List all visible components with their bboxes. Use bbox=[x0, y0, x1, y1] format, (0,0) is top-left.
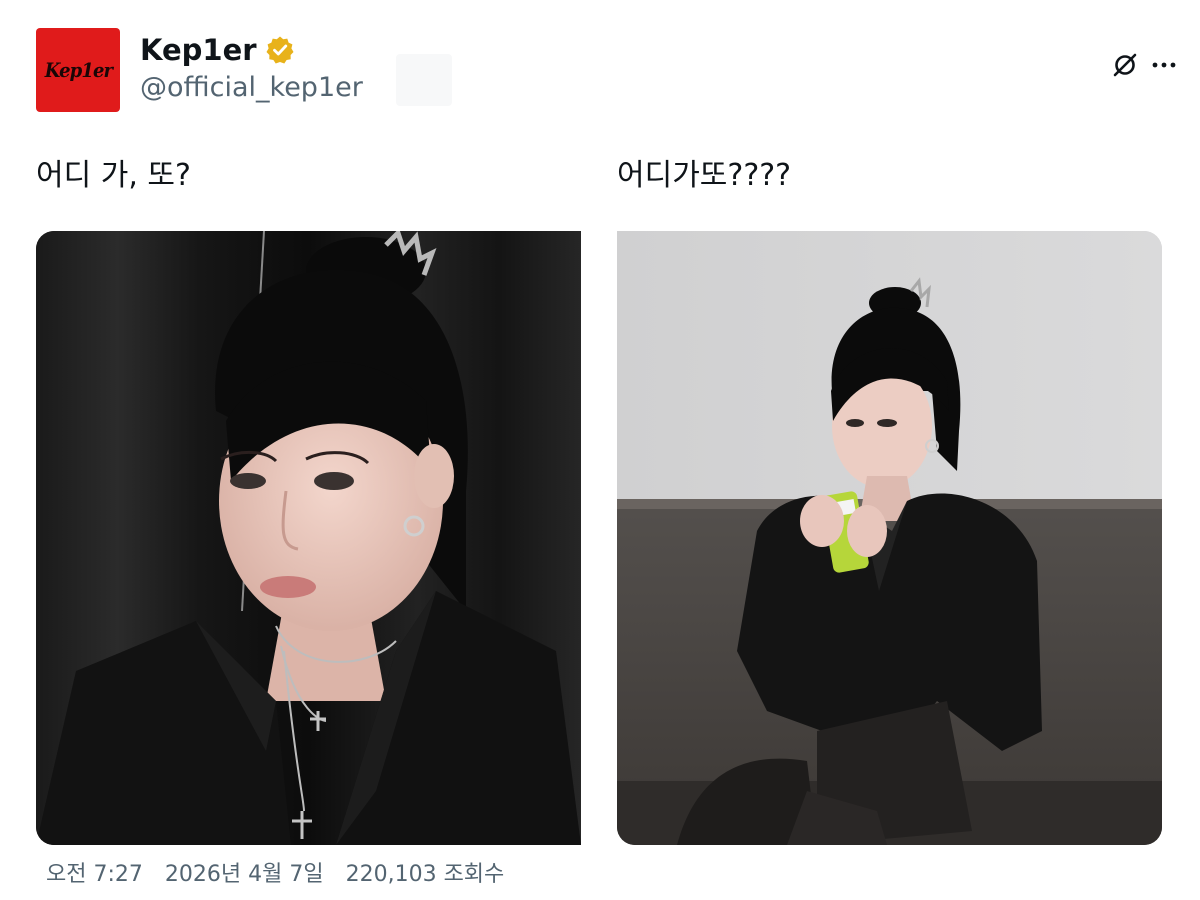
photo-right[interactable] bbox=[617, 231, 1162, 845]
post-text-right: 어디가또???? bbox=[617, 158, 792, 193]
post-text-left: 어디 가, 또? bbox=[36, 158, 191, 193]
verified-badge-icon bbox=[265, 35, 295, 65]
blurred-area bbox=[396, 54, 452, 106]
panel-divider bbox=[596, 0, 598, 900]
avatar-logo: Kep1er bbox=[44, 58, 112, 82]
grok-icon[interactable] bbox=[1110, 50, 1140, 80]
display-name-row[interactable]: Kep1er bbox=[140, 30, 295, 70]
post-meta: 오전 7:27 2026년 4월 7일 220,103 조회수 bbox=[46, 856, 504, 888]
post-date[interactable]: 2026년 4월 7일 bbox=[165, 856, 324, 888]
more-options-icon[interactable] bbox=[1150, 50, 1178, 80]
view-count: 220,103 조회수 bbox=[345, 862, 505, 887]
photo-left[interactable] bbox=[36, 231, 581, 845]
avatar[interactable]: Kep1er bbox=[36, 28, 120, 112]
display-name[interactable]: Kep1er bbox=[140, 33, 257, 67]
post-time[interactable]: 오전 7:27 bbox=[46, 856, 143, 888]
account-handle[interactable]: @official_kep1er bbox=[140, 72, 363, 103]
